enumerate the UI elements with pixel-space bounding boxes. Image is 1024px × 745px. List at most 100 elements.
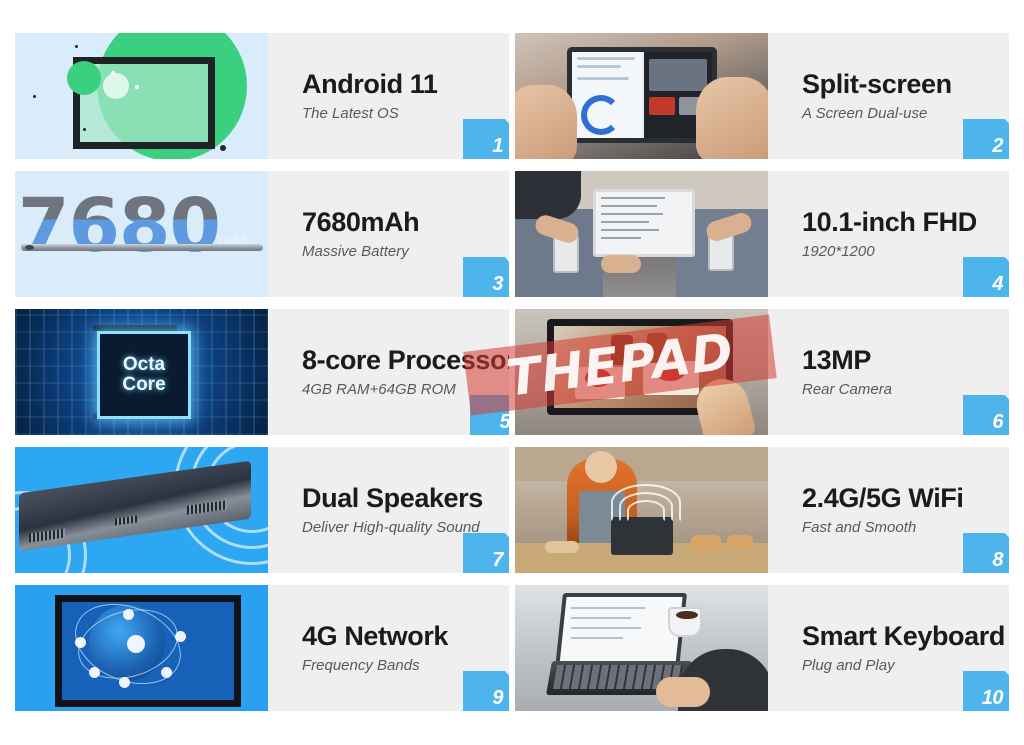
feature-card-network[interactable]: 4G Network Frequency Bands 9 (15, 585, 509, 711)
screen-text-line (601, 205, 657, 207)
badge-number: 6 (992, 411, 1003, 433)
badge-number: 9 (492, 687, 503, 709)
feature-number-badge: 8 (963, 533, 1009, 573)
android-mini-dot-icon (135, 85, 139, 89)
feature-info: Android 11 The Latest OS 1 (268, 33, 509, 159)
screen-text-line (571, 637, 623, 639)
feature-card-speakers[interactable]: Dual Speakers Deliver High-quality Sound… (15, 447, 509, 573)
speck-icon (75, 45, 78, 48)
feature-card-android-11[interactable]: Android 11 The Latest OS 1 (15, 33, 509, 159)
screen-text-line (601, 221, 649, 223)
feature-title: 4G Network (302, 621, 449, 652)
network-node-center-icon (127, 635, 145, 653)
bread-item (727, 535, 753, 549)
feature-number-badge: 3 (463, 257, 509, 297)
tablet-screen (555, 593, 687, 669)
feature-number-badge: 5 (470, 395, 509, 435)
feature-card-processor[interactable]: Octa Core 8-core Processor 4GB RAM+64GB … (15, 309, 509, 435)
feature-title: Smart Keyboard (802, 621, 1005, 652)
feature-info: 4G Network Frequency Bands 9 (268, 585, 509, 711)
speck-icon (83, 128, 86, 131)
badge-number: 10 (981, 687, 1004, 709)
text-line (577, 57, 635, 60)
feature-grid: Android 11 The Latest OS 1 Split-screen … (15, 33, 1009, 712)
chip-package: Octa Core (97, 331, 191, 419)
battery-capacity-number: 7680 (18, 183, 221, 269)
android-mini-dot-icon (111, 71, 115, 75)
video-thumbnail (649, 59, 707, 91)
screen-text-line (601, 229, 659, 231)
tablet-device (611, 517, 673, 555)
feature-info: Split-screen A Screen Dual-use 2 (768, 33, 1009, 159)
screen-text-line (601, 197, 665, 199)
drink-glass (611, 335, 633, 365)
media-battery-capacity-graphic: 7680 mAh (15, 171, 268, 297)
feature-card-display[interactable]: 10.1-inch FHD 1920*1200 4 (515, 171, 1009, 297)
feature-title: Android 11 (302, 69, 438, 100)
feature-number-badge: 6 (963, 395, 1009, 435)
media-tablet-side-profile-soundwaves-graphic (15, 447, 268, 573)
android-dot-white-icon (103, 73, 129, 99)
network-node-icon (75, 637, 86, 648)
feature-title: Dual Speakers (302, 483, 483, 514)
network-node-icon (89, 667, 100, 678)
network-node-icon (123, 609, 134, 620)
feature-number-badge: 10 (963, 671, 1009, 711)
media-hands-holding-tablet-split-screen-photo (515, 33, 768, 159)
feature-info: 8-core Processor 4GB RAM+64GB ROM 5 (268, 309, 509, 435)
media-global-network-globe-graphic (15, 585, 268, 711)
badge-number: 3 (492, 273, 503, 295)
feature-title: 2.4G/5G WiFi (802, 483, 964, 514)
media-octa-core-chip-graphic: Octa Core (15, 309, 268, 435)
badge-number: 2 (992, 135, 1003, 157)
feature-title: 8-core Processor (302, 345, 509, 376)
feature-info: 10.1-inch FHD 1920*1200 4 (768, 171, 1009, 297)
badge-number: 1 (492, 135, 503, 157)
drink-glass (647, 333, 667, 363)
feature-card-battery[interactable]: 7680 mAh 7680mAh Massive Battery 3 (15, 171, 509, 297)
feature-number-badge: 4 (963, 257, 1009, 297)
person-head (585, 451, 617, 483)
feature-card-keyboard[interactable]: Smart Keyboard Plug and Play 10 (515, 585, 1009, 711)
speck-icon (220, 145, 226, 151)
feature-number-badge: 1 (463, 119, 509, 159)
bread-item (691, 535, 721, 551)
feature-info: 7680mAh Massive Battery 3 (268, 171, 509, 297)
feature-card-wifi[interactable]: 2.4G/5G WiFi Fast and Smooth 8 (515, 447, 1009, 573)
media-android-logo-illustration (15, 33, 268, 159)
chip-label-line1: Octa (122, 354, 166, 376)
media-tablet-photographing-food-photo (515, 309, 768, 435)
coffee-liquid (676, 611, 698, 619)
feature-info: Smart Keyboard Plug and Play 10 (768, 585, 1009, 711)
wifi-arc-icon (611, 484, 681, 521)
media-people-at-table-with-tablet-photo (515, 171, 768, 297)
camera-lens-icon (25, 245, 34, 250)
speck-icon (33, 95, 36, 98)
feature-title: 7680mAh (302, 207, 420, 238)
screen-text-line (571, 607, 645, 609)
left-hand (515, 85, 577, 159)
typing-hand (656, 677, 710, 707)
food-item (655, 363, 685, 381)
badge-number: 4 (992, 273, 1003, 295)
screen-text-line (571, 617, 631, 619)
network-node-icon (175, 631, 186, 642)
screen-text-line (601, 237, 641, 239)
food-item (585, 369, 611, 387)
screen-text-line (601, 213, 663, 215)
right-hand (696, 77, 768, 159)
arm-center (601, 255, 641, 273)
network-node-icon (119, 677, 130, 688)
feature-info: Dual Speakers Deliver High-quality Sound… (268, 447, 509, 573)
feature-title: 13MP (802, 345, 871, 376)
network-node-icon (161, 667, 172, 678)
feature-number-badge: 7 (463, 533, 509, 573)
feature-info: 13MP Rear Camera 6 (768, 309, 1009, 435)
person-top-suit (515, 171, 581, 219)
video-thumbnail (649, 97, 675, 115)
feature-number-badge: 2 (963, 119, 1009, 159)
feature-card-split-screen[interactable]: Split-screen A Screen Dual-use 2 (515, 33, 1009, 159)
badge-number: 8 (992, 549, 1003, 571)
feature-card-camera[interactable]: 13MP Rear Camera 6 (515, 309, 1009, 435)
feature-info: 2.4G/5G WiFi Fast and Smooth 8 (768, 447, 1009, 573)
